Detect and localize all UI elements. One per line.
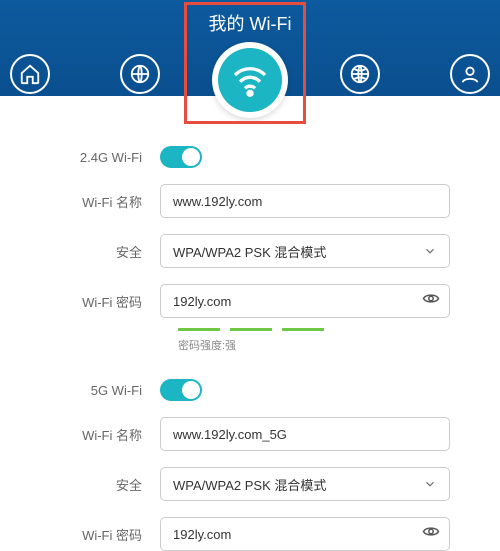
wifi-tab-button[interactable] (212, 42, 288, 118)
wifi24-toggle-label: 2.4G Wi-Fi (50, 150, 160, 165)
eye-icon[interactable] (422, 290, 440, 313)
chevron-down-icon (423, 244, 437, 258)
header: 我的 Wi-Fi (0, 0, 500, 96)
chevron-down-icon (423, 477, 437, 491)
strength-bars (178, 328, 450, 331)
wifi5-name-label: Wi-Fi 名称 (50, 425, 160, 444)
wifi5-security-select[interactable]: WPA/WPA2 PSK 混合模式 (160, 467, 450, 501)
wifi5-name-input[interactable] (160, 417, 450, 451)
page-title: 我的 Wi-Fi (0, 0, 500, 36)
strength-text: 密码强度:强 (178, 337, 450, 353)
wifi5-toggle[interactable] (160, 379, 202, 401)
network-icon[interactable] (340, 54, 380, 94)
wifi24-name-input[interactable] (160, 184, 450, 218)
wifi24-password-input[interactable] (160, 284, 450, 318)
wifi5-password-input[interactable] (160, 517, 450, 551)
wifi24-name-label: Wi-Fi 名称 (50, 192, 160, 211)
content-area: 2.4G Wi-Fi Wi-Fi 名称 安全 WPA/WPA2 PSK 混合模式… (0, 96, 500, 551)
home-icon[interactable] (10, 54, 50, 94)
wifi-icon (218, 48, 282, 112)
wifi24-security-label: 安全 (50, 242, 160, 261)
wifi5-toggle-label: 5G Wi-Fi (50, 383, 160, 398)
eye-icon[interactable] (422, 523, 440, 546)
wifi5-security-value: WPA/WPA2 PSK 混合模式 (173, 475, 326, 494)
wifi5-password-label: Wi-Fi 密码 (50, 525, 160, 544)
wifi24-security-select[interactable]: WPA/WPA2 PSK 混合模式 (160, 234, 450, 268)
wifi24-password-label: Wi-Fi 密码 (50, 292, 160, 311)
wifi24-strength: 密码强度:强 (178, 328, 450, 353)
wifi24-toggle[interactable] (160, 146, 202, 168)
wifi24-security-value: WPA/WPA2 PSK 混合模式 (173, 242, 326, 261)
globe-icon[interactable] (120, 54, 160, 94)
wifi5-security-label: 安全 (50, 475, 160, 494)
user-icon[interactable] (450, 54, 490, 94)
